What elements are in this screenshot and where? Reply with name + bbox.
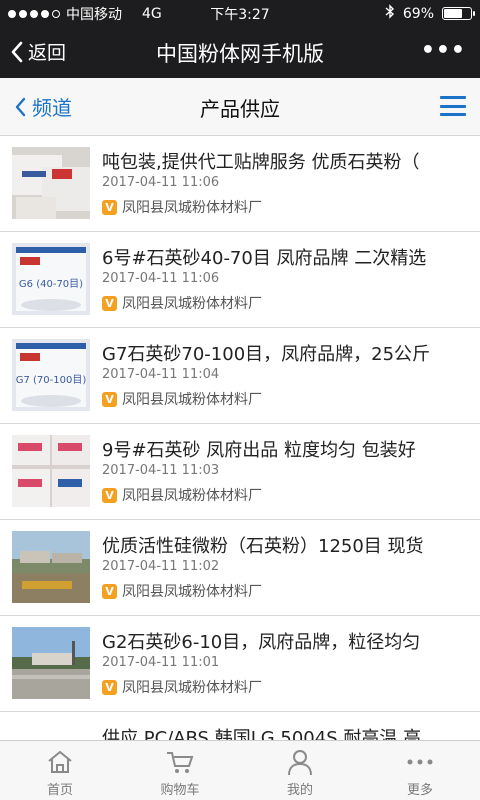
product-thumbnail: G7 (70-100目) [12, 339, 90, 411]
product-title: 供应 PC/ABS 韩国LG 5004S 耐高温 高 [102, 728, 422, 740]
channel-label: 频道 [32, 96, 72, 120]
more-menu-button[interactable]: ••• [421, 38, 466, 63]
tab-bar: 首页 购物车 我的 更多 [0, 740, 480, 800]
seller-name: 凤阳县凤城粉体材料厂 [122, 584, 262, 600]
seller-name: 凤阳县凤城粉体材料厂 [122, 200, 262, 216]
product-list-item[interactable]: G6 (40-70目) 6号#石英砂40-70目 凤府品牌 二次精选 2017-04… [0, 232, 480, 328]
tab-label: 购物车 [160, 783, 200, 798]
verified-badge-icon: V [102, 679, 117, 695]
product-list-item[interactable]: 优质活性硅微粉（石英粉）1250目 现货 2017-04-11 11:02 V 凤阳县… [0, 520, 480, 616]
product-list-item[interactable]: 9号#石英砂 凤府出品 粒度均匀 包装好 2017-04-11 11:03 V 凤阳县… [0, 424, 480, 520]
chevron-left-icon [11, 41, 23, 62]
product-title: 9号#石英砂 凤府出品 粒度均匀 包装好 [102, 440, 416, 461]
verified-badge-icon: V [102, 391, 117, 407]
tab-home[interactable]: 首页 [0, 741, 120, 800]
seller-name: 凤阳县凤城粉体材料厂 [122, 392, 262, 408]
bluetooth-icon [385, 4, 395, 23]
product-title: G7石英砂70-100目，凤府品牌，25公斤 [102, 344, 431, 365]
battery-icon [442, 7, 475, 20]
product-title: 优质活性硅微粉（石英粉）1250目 现货 [102, 536, 424, 557]
tab-user[interactable]: 我的 [240, 741, 360, 800]
product-date: 2017-04-11 11:04 [102, 367, 220, 382]
product-seller: V 凤阳县凤城粉体材料厂 [102, 197, 262, 217]
page-title: 产品供应 [200, 97, 280, 121]
product-date: 2017-04-11 11:02 [102, 559, 220, 574]
back-button[interactable]: 返回 [10, 38, 66, 65]
verified-badge-icon: V [102, 295, 117, 311]
verified-badge-icon: V [102, 583, 117, 599]
product-title: 吨包装,提供代工贴牌服务 优质石英粉（ [102, 152, 420, 173]
product-thumbnail [12, 531, 90, 603]
app-title: 中国粉体网手机版 [156, 42, 324, 66]
product-seller: V 凤阳县凤城粉体材料厂 [102, 293, 262, 313]
product-thumbnail: G6 (40-70目) [12, 243, 90, 315]
battery-percent: 69% [402, 5, 434, 22]
product-list-item[interactable]: G2石英砂6-10目，凤府品牌，粒径均匀 2017-04-11 11:01 V 凤阳县… [0, 616, 480, 712]
product-list-item[interactable]: 供应 PC/ABS 韩国LG 5004S 耐高温 高 [0, 712, 480, 740]
product-list: 吨包装,提供代工贴牌服务 优质石英粉（ 2017-04-11 11:06 V 凤阳县凤… [0, 136, 480, 740]
more-icon [405, 747, 435, 777]
status-bar: 中国移动 4G 下午3:27 69% [0, 0, 480, 26]
product-thumbnail [12, 627, 90, 699]
product-date: 2017-04-11 11:06 [102, 271, 220, 286]
cart-icon [165, 747, 195, 777]
tab-label: 首页 [46, 783, 73, 798]
tab-more[interactable]: 更多 [360, 741, 480, 800]
tab-label: 更多 [406, 783, 433, 798]
verified-badge-icon: V [102, 199, 117, 215]
product-seller: V 凤阳县凤城粉体材料厂 [102, 581, 262, 601]
product-date: 2017-04-11 11:01 [102, 655, 220, 670]
back-label: 返回 [28, 42, 67, 64]
product-date: 2017-04-11 11:06 [102, 175, 220, 190]
nav-bar: 返回 中国粉体网手机版 ••• [0, 26, 480, 78]
sub-header: 频道 产品供应 [0, 78, 480, 136]
seller-name: 凤阳县凤城粉体材料厂 [122, 296, 262, 312]
svg-text:G6 (40-70目): G6 (40-70目) [19, 279, 83, 290]
tab-label: 我的 [286, 783, 313, 798]
product-thumbnail [12, 147, 90, 219]
user-icon [287, 747, 313, 777]
product-list-item[interactable]: G7 (70-100目) G7石英砂70-100目，凤府品牌，25公斤 2017-0… [0, 328, 480, 424]
product-seller: V 凤阳县凤城粉体材料厂 [102, 677, 262, 697]
product-date: 2017-04-11 11:03 [102, 463, 220, 478]
product-thumbnail [12, 435, 90, 507]
svg-text:G7 (70-100目): G7 (70-100目) [16, 375, 87, 386]
verified-badge-icon: V [102, 487, 117, 503]
chevron-left-icon [15, 97, 26, 116]
seller-name: 凤阳县凤城粉体材料厂 [122, 488, 262, 504]
product-title: 6号#石英砂40-70目 凤府品牌 二次精选 [102, 248, 427, 269]
tab-cart[interactable]: 购物车 [120, 741, 240, 800]
channel-button[interactable]: 频道 [14, 92, 72, 121]
product-seller: V 凤阳县凤城粉体材料厂 [102, 485, 262, 505]
product-seller: V 凤阳县凤城粉体材料厂 [102, 389, 262, 409]
seller-name: 凤阳县凤城粉体材料厂 [122, 680, 262, 696]
product-list-item[interactable]: 吨包装,提供代工贴牌服务 优质石英粉（ 2017-04-11 11:06 V 凤阳县凤… [0, 136, 480, 232]
hamburger-menu-icon[interactable] [440, 96, 466, 116]
home-icon [46, 747, 74, 777]
product-title: G2石英砂6-10目，凤府品牌，粒径均匀 [102, 632, 421, 653]
